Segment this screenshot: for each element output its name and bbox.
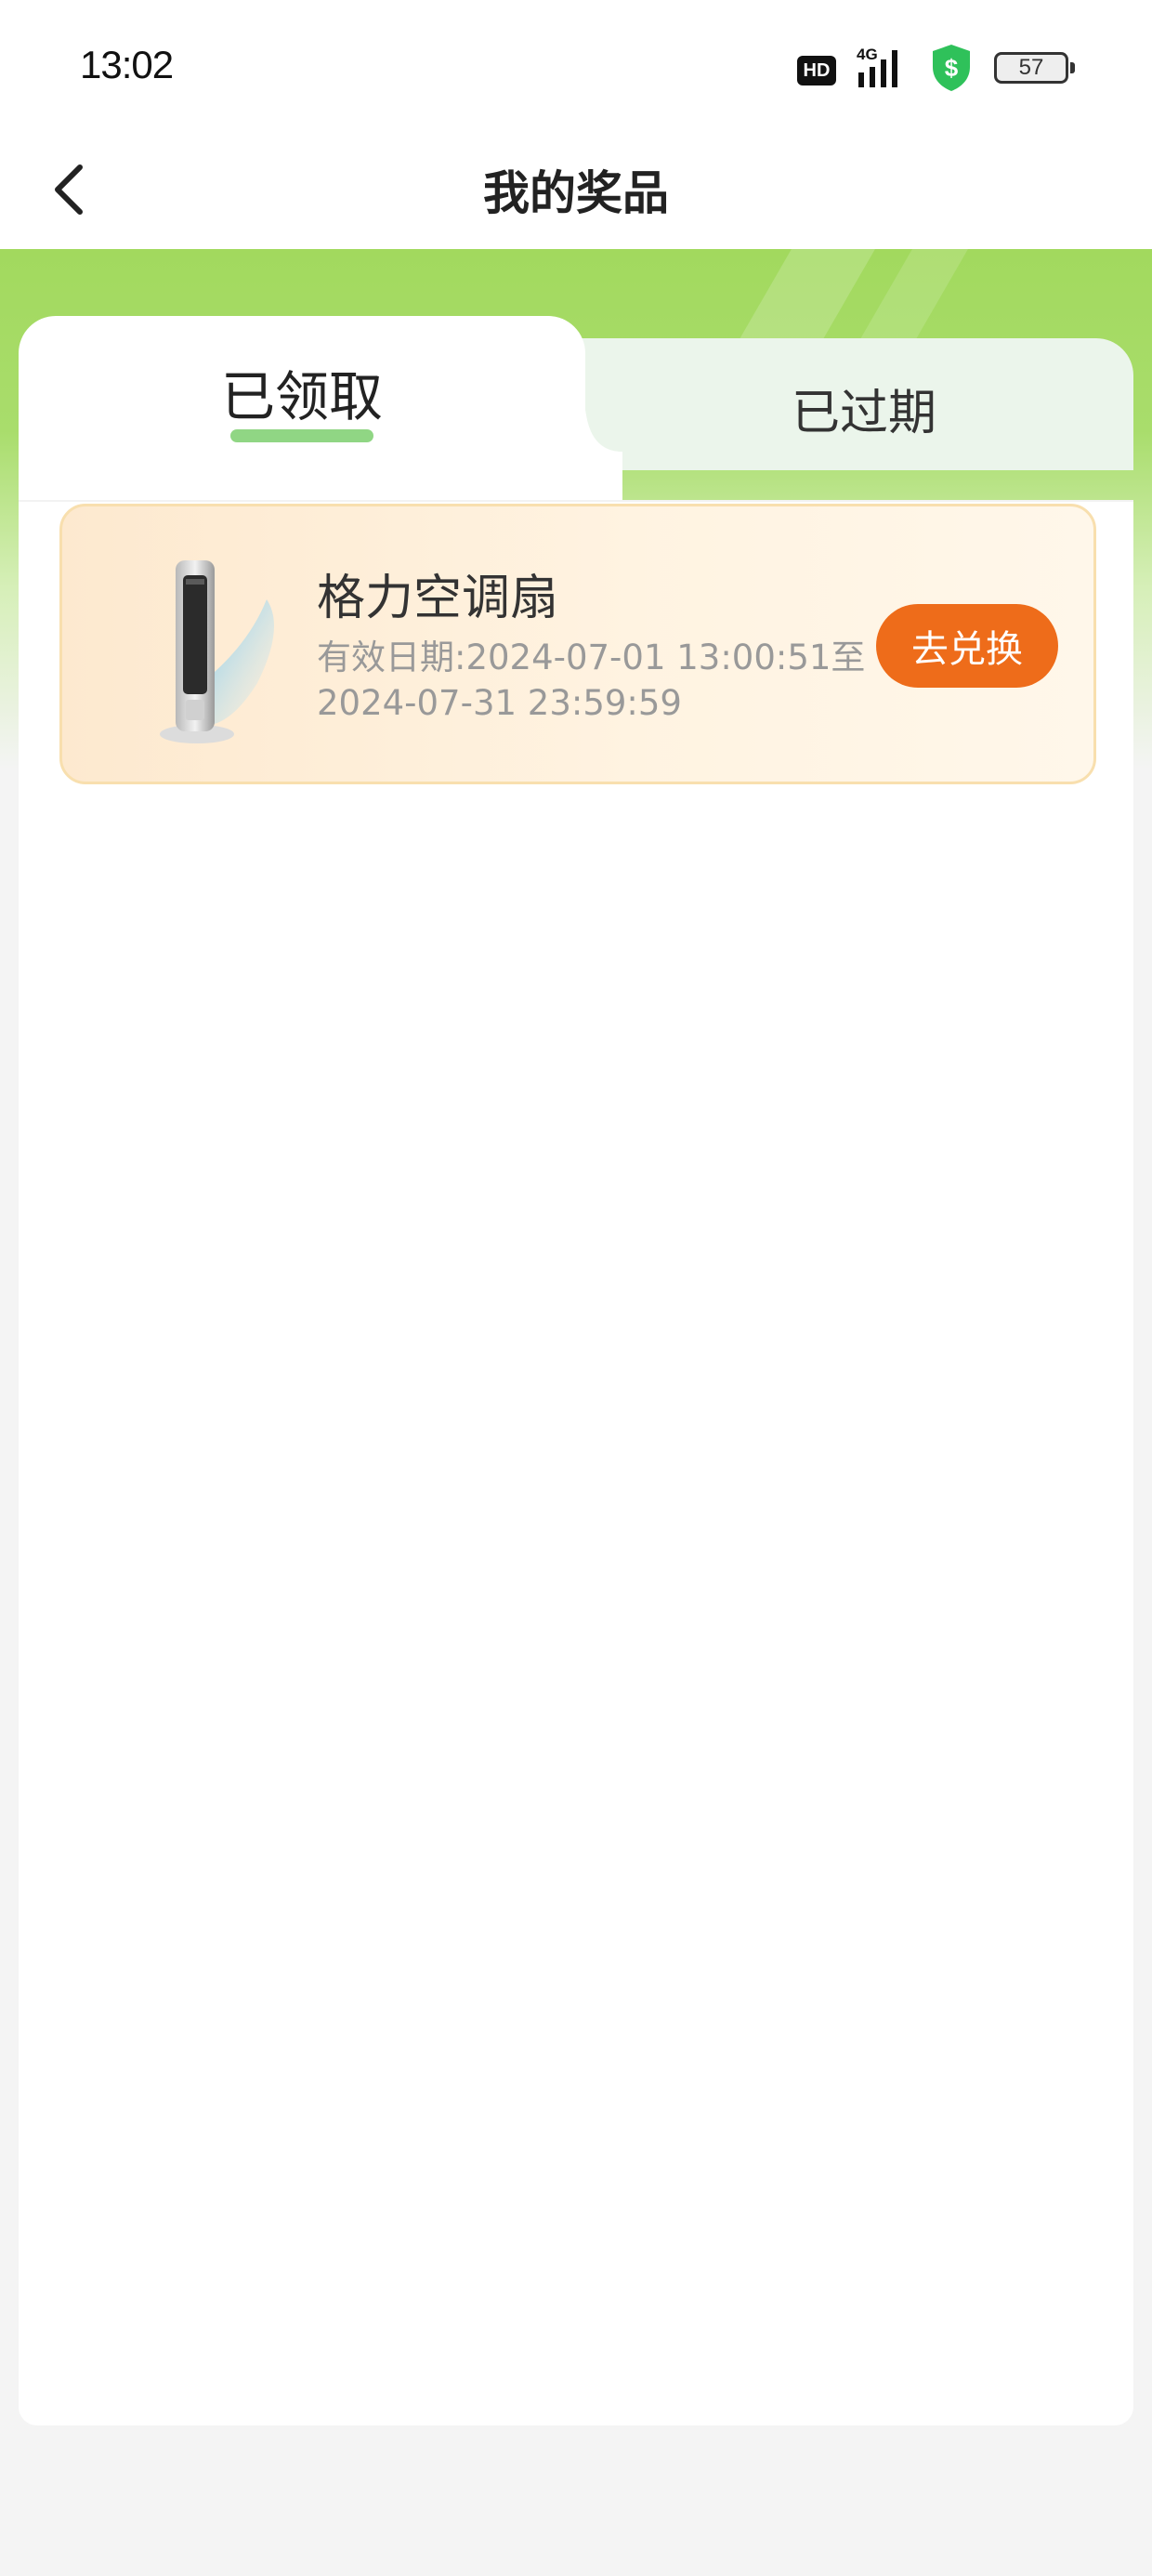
back-button[interactable] [28, 149, 110, 230]
tab-claimed-label: 已领取 [220, 365, 383, 428]
prize-name: 格力空调扇 [317, 571, 559, 626]
redeem-button[interactable]: 去兑换 [876, 604, 1058, 688]
security-shield-icon: $ [933, 45, 970, 91]
network-label: 4G [857, 46, 878, 63]
content-panel [19, 502, 1133, 2425]
tab-expired[interactable] [557, 338, 1133, 470]
prize-card: 格力空调扇 有效日期:2024-07-01 13:00:51至 2024-07-… [59, 504, 1096, 784]
chevron-left-icon [55, 164, 83, 215]
battery-level: 57 [1018, 55, 1044, 80]
nav-bar: 我的奖品 [0, 130, 1152, 249]
battery-icon: 57 [994, 52, 1075, 84]
active-tab-indicator [230, 429, 373, 442]
validity-start: 有效日期:2024-07-01 13:00:51至 [317, 637, 866, 677]
tab-divider [19, 500, 1133, 502]
prize-validity: 有效日期:2024-07-01 13:00:51至 2024-07-31 23:… [317, 635, 874, 726]
tower-fan-image [160, 560, 274, 743]
validity-end: 2024-07-31 23:59:59 [317, 683, 682, 723]
page-title: 我的奖品 [483, 166, 669, 220]
svg-text:$: $ [945, 54, 959, 82]
signal-4g-icon: 4G [857, 46, 897, 87]
hd-badge: HD [797, 56, 836, 85]
status-bar: 13:02 HD 4G $ 57 [0, 0, 1152, 130]
status-time: 13:02 [80, 43, 174, 86]
